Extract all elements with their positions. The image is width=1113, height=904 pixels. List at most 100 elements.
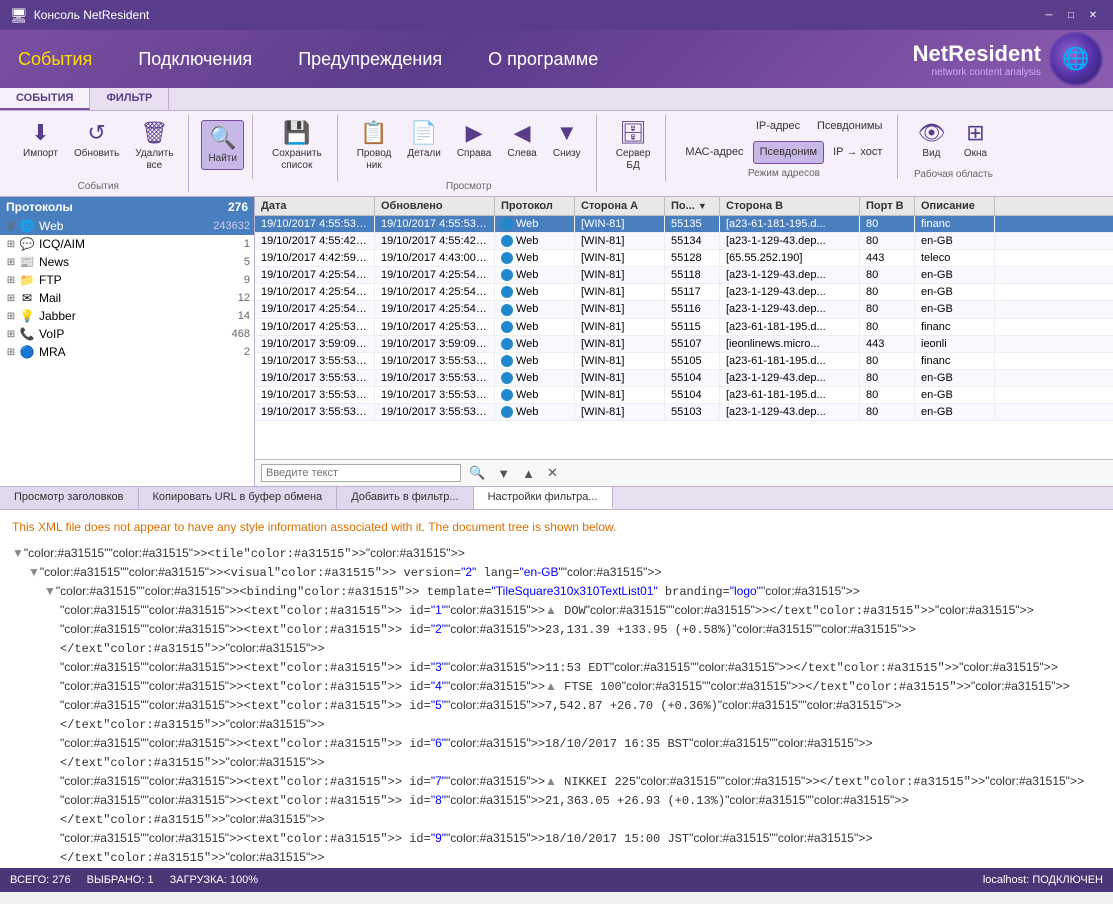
- windows-button[interactable]: ⊞ Окна: [954, 115, 996, 165]
- find-button[interactable]: 🔍 Найти: [201, 120, 244, 170]
- th-port-b[interactable]: Порт В: [860, 197, 915, 215]
- td-date: 19/10/2017 4:55:53 AM: [255, 216, 375, 232]
- tree-item-web[interactable]: ⊞ 🌐 Web 243632: [0, 217, 254, 235]
- details-button[interactable]: 📄 Детали: [400, 115, 447, 177]
- th-updated[interactable]: Обновлено: [375, 197, 495, 215]
- tree-item-ftp[interactable]: ⊞ 📁 FTP 9: [0, 271, 254, 289]
- delete-label: Удалитьвсе: [135, 148, 173, 172]
- minimize-button[interactable]: ─: [1039, 5, 1059, 25]
- th-side-a[interactable]: Сторона А: [575, 197, 665, 215]
- td-port-b: 80: [860, 404, 915, 420]
- import-button[interactable]: ⬇ Импорт: [16, 115, 65, 177]
- td-port-b: 443: [860, 250, 915, 266]
- left-icon: ◀: [514, 120, 531, 146]
- mac-addr-button[interactable]: МАС-адрес: [678, 141, 750, 164]
- tree-item-mail[interactable]: ⊞ ✉ Mail 12: [0, 289, 254, 307]
- tab-headers[interactable]: Просмотр заголовков: [0, 487, 139, 509]
- td-proto: Web: [495, 301, 575, 317]
- table-row[interactable]: 19/10/2017 4:55:42 AM 19/10/2017 4:55:42…: [255, 233, 1113, 250]
- search-next-button[interactable]: ▲: [518, 464, 539, 483]
- tree-item-label-web: Web: [39, 219, 213, 233]
- tab-copy-url[interactable]: Копировать URL в буфер обмена: [139, 487, 338, 509]
- jabber-icon: 💡: [18, 309, 36, 323]
- td-side-b: [a23-61-181-195.d...: [720, 319, 860, 335]
- th-port-a[interactable]: По... ▼: [665, 197, 720, 215]
- search-input[interactable]: [261, 464, 461, 482]
- xml-line: "color:#a31515""color:#a31515">><text"co…: [12, 829, 1101, 867]
- table-row[interactable]: 19/10/2017 4:42:59 AM 19/10/2017 4:43:00…: [255, 250, 1113, 267]
- windows-icon: ⊞: [966, 120, 984, 146]
- right-icon: ▶: [466, 120, 483, 146]
- td-side-a: [WIN-81]: [575, 301, 665, 317]
- refresh-button[interactable]: ↺ Обновить: [67, 115, 126, 177]
- view-button[interactable]: 👁 Вид: [910, 115, 952, 165]
- th-desc[interactable]: Описание: [915, 197, 995, 215]
- toolbar-tab-filter[interactable]: ФИЛЬТР: [90, 88, 169, 110]
- status-load: ЗАГРУЗКА: 100%: [170, 874, 258, 886]
- td-proto: Web: [495, 336, 575, 352]
- td-updated: 19/10/2017 3:59:09 AM: [375, 336, 495, 352]
- tree-item-mra[interactable]: ⊞ 🔵 MRA 2: [0, 343, 254, 361]
- brand-sub: network content analysis: [913, 67, 1041, 78]
- server-db-button[interactable]: 🗄 СерверБД: [609, 115, 658, 177]
- toolbar-tab-events[interactable]: СОБЫТИЯ: [0, 88, 90, 110]
- search-go-button[interactable]: 🔍: [465, 463, 489, 483]
- find-label: Найти: [208, 153, 237, 165]
- toolbar-group-server: 🗄 СерверБД: [601, 115, 667, 181]
- save-list-button[interactable]: 💾 Сохранитьсписок: [265, 115, 329, 177]
- expand-icon-icq: ⊞: [4, 239, 18, 250]
- table-row[interactable]: 19/10/2017 3:59:09 AM 19/10/2017 3:59:09…: [255, 336, 1113, 353]
- td-desc: en-GB: [915, 301, 995, 317]
- menu-about[interactable]: О программе: [480, 45, 606, 74]
- pseudonym-button[interactable]: Псевдоним: [753, 141, 825, 164]
- menu-connections[interactable]: Подключения: [130, 45, 260, 74]
- td-side-a: [WIN-81]: [575, 370, 665, 386]
- table-row[interactable]: 19/10/2017 4:25:54 AM 19/10/2017 4:25:54…: [255, 267, 1113, 284]
- menu-events[interactable]: События: [10, 45, 100, 74]
- tree-item-count-voip: 468: [232, 328, 250, 340]
- th-proto[interactable]: Протокол: [495, 197, 575, 215]
- table-row[interactable]: 19/10/2017 3:55:53 AM 19/10/2017 3:55:53…: [255, 370, 1113, 387]
- table-row[interactable]: 19/10/2017 3:55:53 AM 19/10/2017 3:55:53…: [255, 353, 1113, 370]
- menu-warnings[interactable]: Предупреждения: [290, 45, 450, 74]
- tree-item-count-mail: 12: [238, 292, 250, 304]
- menu-items: События Подключения Предупреждения О про…: [10, 45, 913, 74]
- tree-item-label-icq: ICQ/AIM: [39, 237, 244, 251]
- ip-addr-button[interactable]: IP-адрес: [748, 115, 808, 138]
- view-icon: 👁: [918, 120, 946, 146]
- search-bar: 🔍 ▼ ▲ ✕: [255, 459, 1113, 486]
- tab-add-filter[interactable]: Добавить в фильтр...: [337, 487, 473, 509]
- td-side-b: [a23-1-129-43.dep...: [720, 404, 860, 420]
- conductor-button[interactable]: 📋 Проводник: [350, 115, 399, 177]
- th-date[interactable]: Дата: [255, 197, 375, 215]
- menu-bar: События Подключения Предупреждения О про…: [0, 30, 1113, 88]
- close-button[interactable]: ✕: [1083, 5, 1103, 25]
- tree-item-icq[interactable]: ⊞ 💬 ICQ/AIM 1: [0, 235, 254, 253]
- td-port-a: 55105: [665, 353, 720, 369]
- th-side-b[interactable]: Сторона В: [720, 197, 860, 215]
- left-button[interactable]: ◀ Слева: [500, 115, 543, 177]
- table-row[interactable]: 19/10/2017 4:25:54 AM 19/10/2017 4:25:54…: [255, 301, 1113, 318]
- bottom-button[interactable]: ▼ Снизу: [546, 115, 588, 177]
- table-row[interactable]: 19/10/2017 4:55:53 AM 19/10/2017 4:55:53…: [255, 216, 1113, 233]
- tab-filter-settings[interactable]: Настройки фильтра...: [474, 487, 613, 509]
- maximize-button[interactable]: □: [1061, 5, 1081, 25]
- pseudonyms-button[interactable]: Псевдонимы: [810, 115, 889, 138]
- td-date: 19/10/2017 3:55:53 AM: [255, 353, 375, 369]
- table-row[interactable]: 19/10/2017 3:55:53 AM 19/10/2017 3:55:53…: [255, 387, 1113, 404]
- right-button[interactable]: ▶ Справа: [450, 115, 499, 177]
- td-side-a: [WIN-81]: [575, 319, 665, 335]
- tree-item-jabber[interactable]: ⊞ 💡 Jabber 14: [0, 307, 254, 325]
- table-row[interactable]: 19/10/2017 4:25:54 AM 19/10/2017 4:25:54…: [255, 284, 1113, 301]
- search-prev-button[interactable]: ▼: [493, 464, 514, 483]
- ip-host-button[interactable]: IP → хост: [826, 141, 889, 164]
- td-port-a: 55117: [665, 284, 720, 300]
- delete-all-button[interactable]: 🗑 Удалитьвсе: [128, 115, 180, 177]
- tree-item-voip[interactable]: ⊞ 📞 VoIP 468: [0, 325, 254, 343]
- tree-item-news[interactable]: ⊞ 📰 News 5: [0, 253, 254, 271]
- table-row[interactable]: 19/10/2017 4:25:53 AM 19/10/2017 4:25:53…: [255, 319, 1113, 336]
- td-port-b: 80: [860, 319, 915, 335]
- search-close-button[interactable]: ✕: [543, 463, 562, 483]
- table-row[interactable]: 19/10/2017 3:55:53 AM 19/10/2017 3:55:53…: [255, 404, 1113, 421]
- toolbar-group-workspace: 👁 Вид ⊞ Окна Рабочая область: [902, 115, 1004, 180]
